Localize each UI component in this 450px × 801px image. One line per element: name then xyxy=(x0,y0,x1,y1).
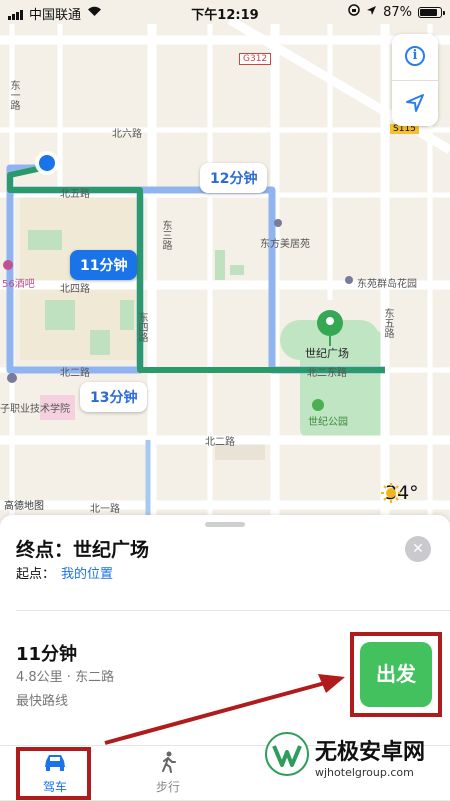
map-label-poi: 子职业技术学院 xyxy=(0,404,70,415)
map-label-poi: 东方美居苑 xyxy=(260,239,310,250)
divider xyxy=(392,80,438,81)
map-view[interactable]: 东一路 G312 S115 北六路 北五路 东三路 东方美居苑 56酒吧 北四路… xyxy=(0,0,450,515)
tab-label: 步行 xyxy=(155,780,180,794)
map-controls: i xyxy=(392,34,438,126)
walk-icon xyxy=(157,751,179,776)
map-label-road: 东四路 xyxy=(136,312,147,342)
info-icon[interactable]: i xyxy=(405,46,425,66)
watermark: 无极安卓网 wjhotelgroup.com xyxy=(265,732,425,780)
map-label-road: 东五路 xyxy=(382,308,393,338)
battery-percent: 87% xyxy=(383,4,412,20)
map-label-road: 东三路 xyxy=(160,220,171,250)
map-label-road: 北二路 xyxy=(60,368,90,379)
route-time-bubble[interactable]: 12分钟 xyxy=(200,163,268,193)
watermark-logo-icon xyxy=(265,732,309,780)
map-label-poi: 东苑群岛花园 xyxy=(357,279,417,290)
map-label-road: 北六路 xyxy=(112,129,142,140)
map-label-road: 北二路 xyxy=(205,437,235,448)
route-time-bubble[interactable]: 13分钟 xyxy=(80,382,148,412)
highway-badge: G312 xyxy=(239,53,272,65)
orientation-lock-icon xyxy=(348,4,360,20)
watermark-url: wjhotelgroup.com xyxy=(315,765,414,779)
weather-widget: 34° xyxy=(380,482,419,504)
map-label-road: 北二东路 xyxy=(307,368,347,379)
tab-walk[interactable]: 步行 xyxy=(128,751,208,795)
watermark-title: 无极安卓网 xyxy=(315,739,426,765)
map-attribution: 高德地图 xyxy=(4,501,44,512)
map-label-road: 北一路 xyxy=(90,504,120,515)
annotation-box xyxy=(16,747,91,800)
status-bar: 中国联通 下午12:19 87% xyxy=(0,0,450,24)
map-label-road: 北四路 xyxy=(60,284,90,295)
route-time-bubble-selected[interactable]: 11分钟 xyxy=(70,250,138,280)
map-label-road: 东一路 xyxy=(8,80,19,110)
map-label-poi: 56酒吧 xyxy=(2,279,35,290)
map-label-road: 北五路 xyxy=(60,189,90,200)
battery-icon xyxy=(418,6,445,18)
map-label-destination: 世纪广场 xyxy=(305,347,349,360)
location-services-icon xyxy=(366,5,377,20)
map-label-poi: 世纪公园 xyxy=(308,417,348,428)
